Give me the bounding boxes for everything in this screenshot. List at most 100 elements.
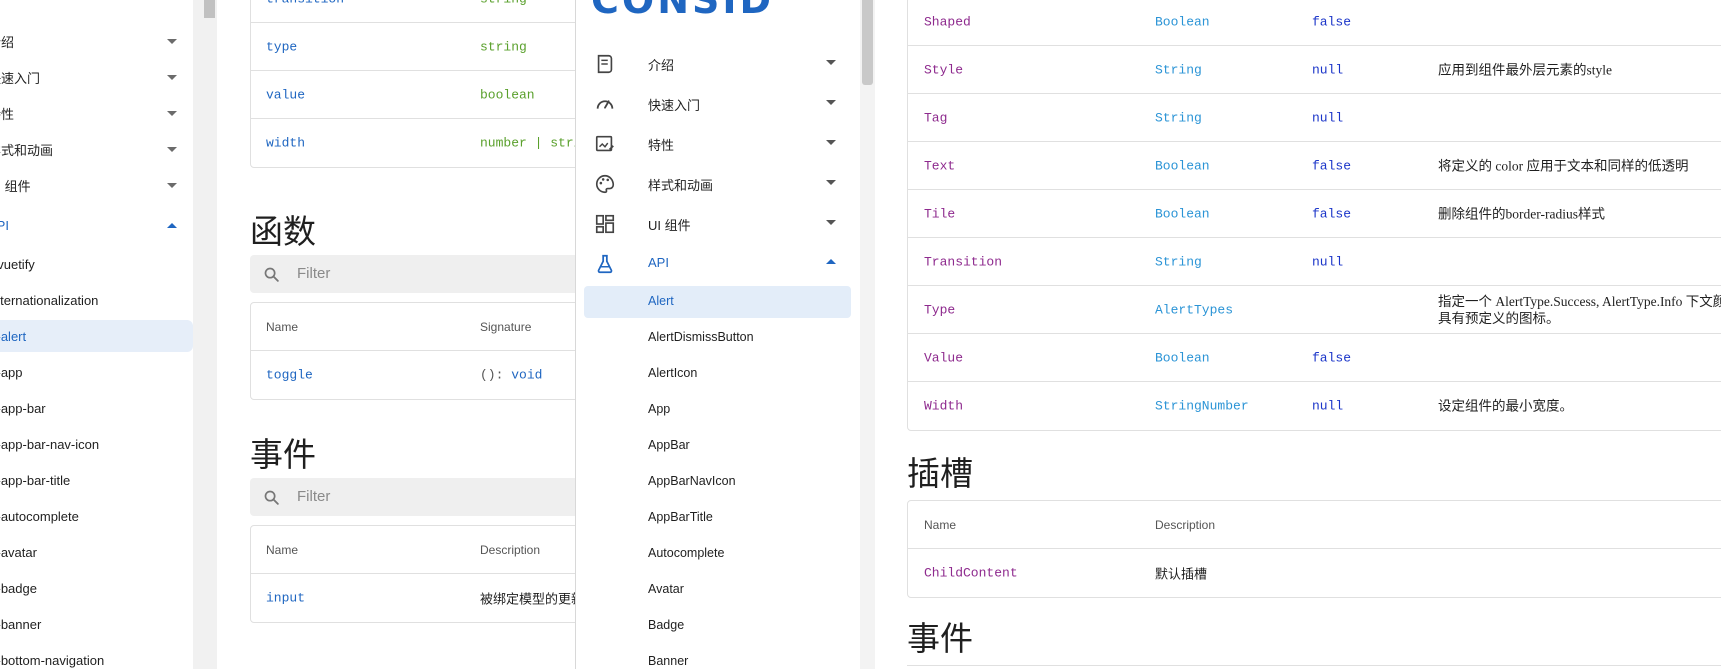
left-scrollbar-thumb[interactable] [204,0,215,18]
image-edit-icon [594,133,616,155]
nav-item-v-app-bar-title[interactable]: v-app-bar-title [0,464,193,496]
drawer-group-label: 快速入门 [648,98,701,113]
drawer-item-avatar[interactable]: Avatar [584,574,851,606]
drawer-item-banner[interactable]: Banner [584,646,851,669]
drawer-item-label: Alert [648,294,674,308]
param-type: AlertTypes [1155,302,1234,317]
nav-item-label: v-bottom-navigation [0,652,105,668]
nav-item-label: internationalization [0,292,99,308]
param-name: Type [924,302,956,317]
param-name: Shaped [924,14,971,29]
param-type: Boolean [1155,158,1210,173]
table-row: Type AlertTypes 指定一个 AlertType.Success, Al… [908,286,1721,334]
param-type: String [1155,110,1202,125]
nav-item-internationalization[interactable]: internationalization [0,284,193,316]
drawer-item-label: App [648,402,671,416]
drawer-item-label: AppBarTitle [648,510,713,524]
nav-item-v-app[interactable]: v-app [0,356,193,388]
nav-group-0[interactable]: 介绍 [0,23,185,59]
param-description: 指定一个 AlertType.Success, AlertType.Info 下… [1438,293,1721,326]
nav-item-v-banner[interactable]: v-banner [0,608,193,640]
chevron-up-icon [167,222,177,228]
drawer-item-autocomplete[interactable]: Autocomplete [584,538,851,570]
nav-group-5[interactable]: API [0,207,185,243]
nav-group-1[interactable]: 快速入门 [0,59,185,95]
function-name[interactable]: toggle [266,368,313,383]
drawer-scrollbar[interactable] [860,0,875,669]
nav-item-label: v-badge [0,580,37,596]
drawer-item-label: Avatar [648,582,684,596]
slots-table: Name Description ChildContent 默认插槽 [907,500,1721,598]
drawer-item-appbarnavicon[interactable]: AppBarNavIcon [584,466,851,498]
drawer-group-5[interactable]: API [576,243,851,283]
nav-item-v-app-bar-nav-icon[interactable]: v-app-bar-nav-icon [0,428,193,460]
functions-filter[interactable]: Filter [250,255,575,293]
param-type: StringNumber [1155,398,1249,414]
drawer-group-2[interactable]: 特性 [576,123,851,163]
functions-title: 函数 [250,213,316,250]
signature-paren: (): [480,367,504,383]
nav-item-label: v-avatar [0,544,37,560]
param-type: String [1155,254,1202,269]
drawer-item-alerticon[interactable]: AlertIcon [584,358,851,390]
nav-group-2[interactable]: 特性 [0,95,185,131]
event-name[interactable]: input [266,591,305,606]
param-default: null [1312,254,1344,269]
drawer-item-label: AppBarNavIcon [648,474,736,488]
param-default: false [1312,350,1352,365]
drawer-item-alert[interactable]: Alert [584,286,851,318]
left-scrollbar[interactable] [193,0,217,669]
nav-item-v-avatar[interactable]: v-avatar [0,536,193,568]
right-api-content: Shaped Boolean false Style String null 应用到组件最外… [875,0,1721,669]
param-name: Style [924,62,964,77]
table-row: input 被绑定模型的更新 [251,574,575,622]
events-table-top [907,665,1721,669]
chevron-down-icon [826,60,836,65]
event-description: 被绑定模型的更新 [480,591,575,607]
chevron-down-icon [826,180,836,185]
nav-group-3[interactable]: 样式和动画 [0,131,185,167]
book-icon [594,53,616,75]
nav-group-label: UI 组件 [0,178,31,194]
nav-group-4[interactable]: UI 组件 [0,167,185,203]
slot-description: 默认插槽 [1155,566,1208,582]
functions-table: Name Signature toggle (): void [250,302,575,400]
nav-item-v-autocomplete[interactable]: v-autocomplete [0,500,193,532]
table-row: type string [251,23,575,71]
nav-group-label: API [0,217,9,233]
prop-type: number | string [480,135,575,151]
nav-item-label: v-app-bar-nav-icon [0,436,100,452]
nav-item-v-app-bar[interactable]: v-app-bar [0,392,193,424]
drawer-group-label: API [648,255,669,270]
drawer-item-alertdismissbutton[interactable]: AlertDismissButton [584,322,851,354]
nav-item-v-bottom-navigation[interactable]: v-bottom-navigation [0,644,193,669]
param-name: Tag [924,110,948,125]
nav-group-label: 快速入门 [0,70,41,86]
prop-name[interactable]: transition [266,0,344,6]
drawer-item-badge[interactable]: Badge [584,610,851,642]
events-filter[interactable]: Filter [250,478,575,516]
functions-table-header: Name Signature [251,303,575,351]
param-type: Boolean [1155,14,1210,29]
drawer-item-appbartitle[interactable]: AppBarTitle [584,502,851,534]
prop-name[interactable]: width [266,136,305,151]
param-description: 删除组件的border-radius样式 [1438,206,1605,221]
drawer-group-0[interactable]: 介绍 [576,43,851,83]
nav-item-vuetify[interactable]: $vuetify [0,248,193,280]
drawer-group-1[interactable]: 快速入门 [576,83,851,123]
chevron-down-icon [167,146,177,152]
drawer-group-3[interactable]: 样式和动画 [576,163,851,203]
nav-item-v-badge[interactable]: v-badge [0,572,193,604]
prop-name[interactable]: value [266,87,305,102]
drawer-item-appbar[interactable]: AppBar [584,430,851,462]
drawer-scrollbar-thumb[interactable] [862,0,873,85]
table-row: Style String null 应用到组件最外层元素的style [908,46,1721,94]
drawer-item-app[interactable]: App [584,394,851,426]
param-default: false [1312,206,1352,221]
prop-name[interactable]: type [266,39,297,54]
nav-item-label: v-app-bar [0,400,46,416]
logo[interactable]: CONSID [591,0,774,22]
nav-item-v-alert[interactable]: v-alert [0,320,193,352]
table-row: Tag String null [908,94,1721,142]
drawer-group-4[interactable]: UI 组件 [576,203,851,243]
